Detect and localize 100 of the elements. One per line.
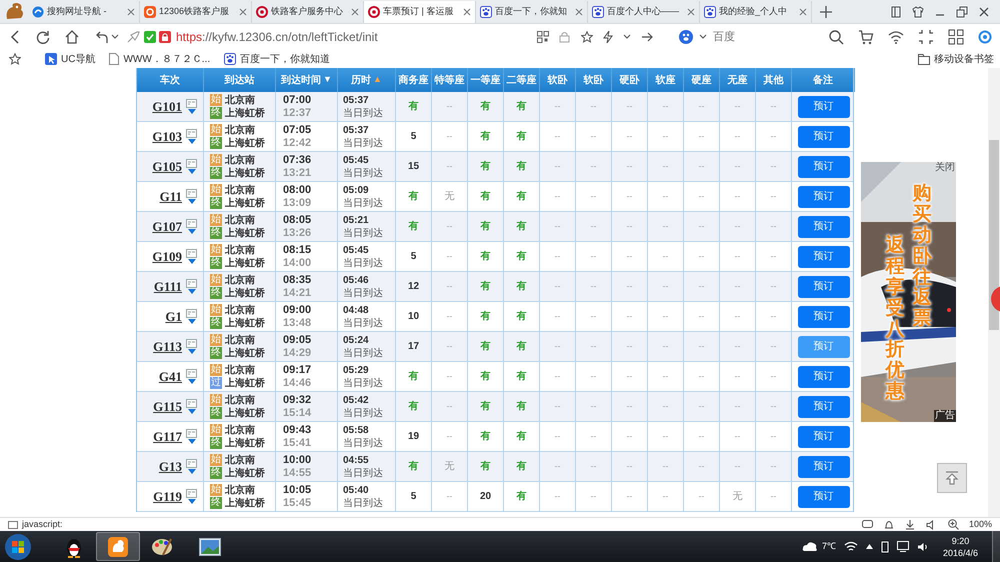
- restore-icon[interactable]: [956, 6, 968, 18]
- close-icon[interactable]: [351, 8, 359, 16]
- zoom-in-icon[interactable]: [948, 519, 959, 530]
- book-button[interactable]: 预订: [798, 456, 850, 478]
- speaker-icon[interactable]: [916, 542, 929, 552]
- monitor-icon[interactable]: [896, 541, 909, 552]
- train-number-link[interactable]: G1: [165, 306, 182, 326]
- book-button[interactable]: 预订: [798, 216, 850, 238]
- scrollbar[interactable]: [988, 68, 1000, 517]
- caret-icon[interactable]: [111, 34, 119, 40]
- image-viewer-icon[interactable]: [199, 538, 221, 556]
- train-number-link[interactable]: G11: [160, 186, 182, 206]
- book-button[interactable]: 预订: [798, 426, 850, 448]
- close-icon[interactable]: [575, 8, 583, 16]
- address-field[interactable]: https://kyfw.12306.cn/otn/leftTicket/init: [176, 28, 378, 46]
- device-icon[interactable]: [880, 540, 889, 552]
- seat-availability: --: [662, 400, 668, 413]
- browser-tab[interactable]: 车票预订 | 客运服: [364, 1, 476, 23]
- caret-icon[interactable]: [623, 34, 631, 40]
- grid-icon[interactable]: [948, 29, 964, 45]
- close-icon[interactable]: [687, 8, 695, 16]
- panel-icon[interactable]: [890, 6, 902, 18]
- close-icon[interactable]: [463, 8, 471, 16]
- book-button[interactable]: 预订: [798, 126, 850, 148]
- close-icon[interactable]: [799, 8, 807, 16]
- bookmark-link[interactable]: 百度一下，你就知道: [240, 52, 330, 66]
- circle-icon[interactable]: [978, 30, 992, 44]
- bookmark-link[interactable]: UC导航: [61, 52, 96, 66]
- bookmark-link[interactable]: WWW．８７２Ｃ...: [123, 52, 210, 66]
- station-name: 北京南: [225, 273, 255, 288]
- chat-icon[interactable]: [862, 520, 873, 530]
- back-to-top-button[interactable]: [937, 463, 967, 493]
- shirt-icon[interactable]: [912, 6, 924, 18]
- forward-arrow-icon[interactable]: [641, 31, 653, 43]
- train-number-link[interactable]: G41: [158, 366, 182, 386]
- book-button[interactable]: 预订: [798, 486, 850, 508]
- home-icon[interactable]: [64, 30, 80, 44]
- start-orb-icon[interactable]: [4, 532, 32, 560]
- crop-icon[interactable]: [918, 29, 934, 45]
- column-header[interactable]: 到达时间: [281, 72, 322, 88]
- train-number-link[interactable]: G111: [154, 276, 182, 296]
- column-header[interactable]: 历时: [351, 72, 372, 88]
- seat-availability: --: [590, 310, 596, 323]
- check-icon: [144, 31, 156, 43]
- seat-availability: 有: [408, 400, 418, 414]
- search-icon[interactable]: [828, 29, 844, 45]
- seat-availability: --: [590, 340, 596, 353]
- train-number-link[interactable]: G107: [152, 216, 182, 236]
- book-button[interactable]: 预订: [798, 186, 850, 208]
- tray-arrow-icon[interactable]: [866, 544, 873, 549]
- book-button[interactable]: 预订: [798, 366, 850, 388]
- train-number-link[interactable]: G109: [152, 246, 182, 266]
- seat-availability: 无: [732, 490, 742, 504]
- seat-availability: --: [662, 220, 668, 233]
- cursor-icon: [45, 53, 57, 65]
- book-button[interactable]: 预订: [798, 396, 850, 418]
- train-number-link[interactable]: G117: [153, 426, 182, 446]
- rocket-icon: [127, 31, 141, 43]
- palette-icon[interactable]: [151, 536, 173, 556]
- book-button[interactable]: 预订: [798, 276, 850, 298]
- download-icon[interactable]: [904, 520, 915, 530]
- close-icon[interactable]: [978, 6, 990, 18]
- bell-icon[interactable]: [884, 520, 894, 530]
- book-button[interactable]: 预订: [798, 306, 850, 328]
- close-icon[interactable]: [239, 8, 247, 16]
- close-icon[interactable]: [127, 8, 135, 16]
- cart-icon[interactable]: [858, 29, 874, 45]
- train-number-link[interactable]: G113: [153, 336, 182, 356]
- wifi-icon[interactable]: [844, 541, 858, 552]
- qr-code-icon[interactable]: [537, 31, 549, 43]
- show-desktop-button[interactable]: [992, 531, 1000, 562]
- new-tab-icon[interactable]: [820, 6, 832, 18]
- star-icon[interactable]: [581, 31, 593, 43]
- train-number-link[interactable]: G105: [152, 156, 182, 176]
- seat-availability: --: [698, 160, 704, 173]
- station-name: 上海虹桥: [225, 316, 265, 330]
- star-icon[interactable]: [9, 53, 21, 65]
- train-number-link[interactable]: G115: [153, 396, 182, 416]
- bookmark-link[interactable]: 移动设备书签: [934, 52, 994, 66]
- refresh-icon[interactable]: [36, 30, 50, 44]
- search-field[interactable]: 百度: [713, 28, 793, 46]
- seat-availability: 19: [408, 430, 420, 444]
- duration: 05:24: [343, 334, 370, 346]
- book-button[interactable]: 预订: [798, 156, 850, 178]
- wifi-icon[interactable]: [888, 30, 904, 44]
- bolt-icon[interactable]: [603, 31, 613, 43]
- station-name: 北京南: [225, 483, 255, 498]
- sort-arrow[interactable]: ▼: [323, 73, 332, 87]
- train-number-link[interactable]: G103: [152, 126, 182, 146]
- train-number-link[interactable]: G13: [158, 456, 182, 476]
- train-number-link[interactable]: G101: [152, 96, 182, 116]
- train-number-link[interactable]: G119: [153, 486, 182, 506]
- station-badge: 始: [210, 244, 222, 256]
- book-button[interactable]: 预订: [798, 96, 850, 118]
- seat-availability: --: [446, 220, 452, 233]
- caret-icon[interactable]: [699, 34, 707, 40]
- book-button[interactable]: 预订: [798, 246, 850, 268]
- cloud-icon[interactable]: [802, 541, 818, 552]
- undo-icon[interactable]: [94, 30, 108, 44]
- zoom-level[interactable]: 100%: [968, 518, 992, 532]
